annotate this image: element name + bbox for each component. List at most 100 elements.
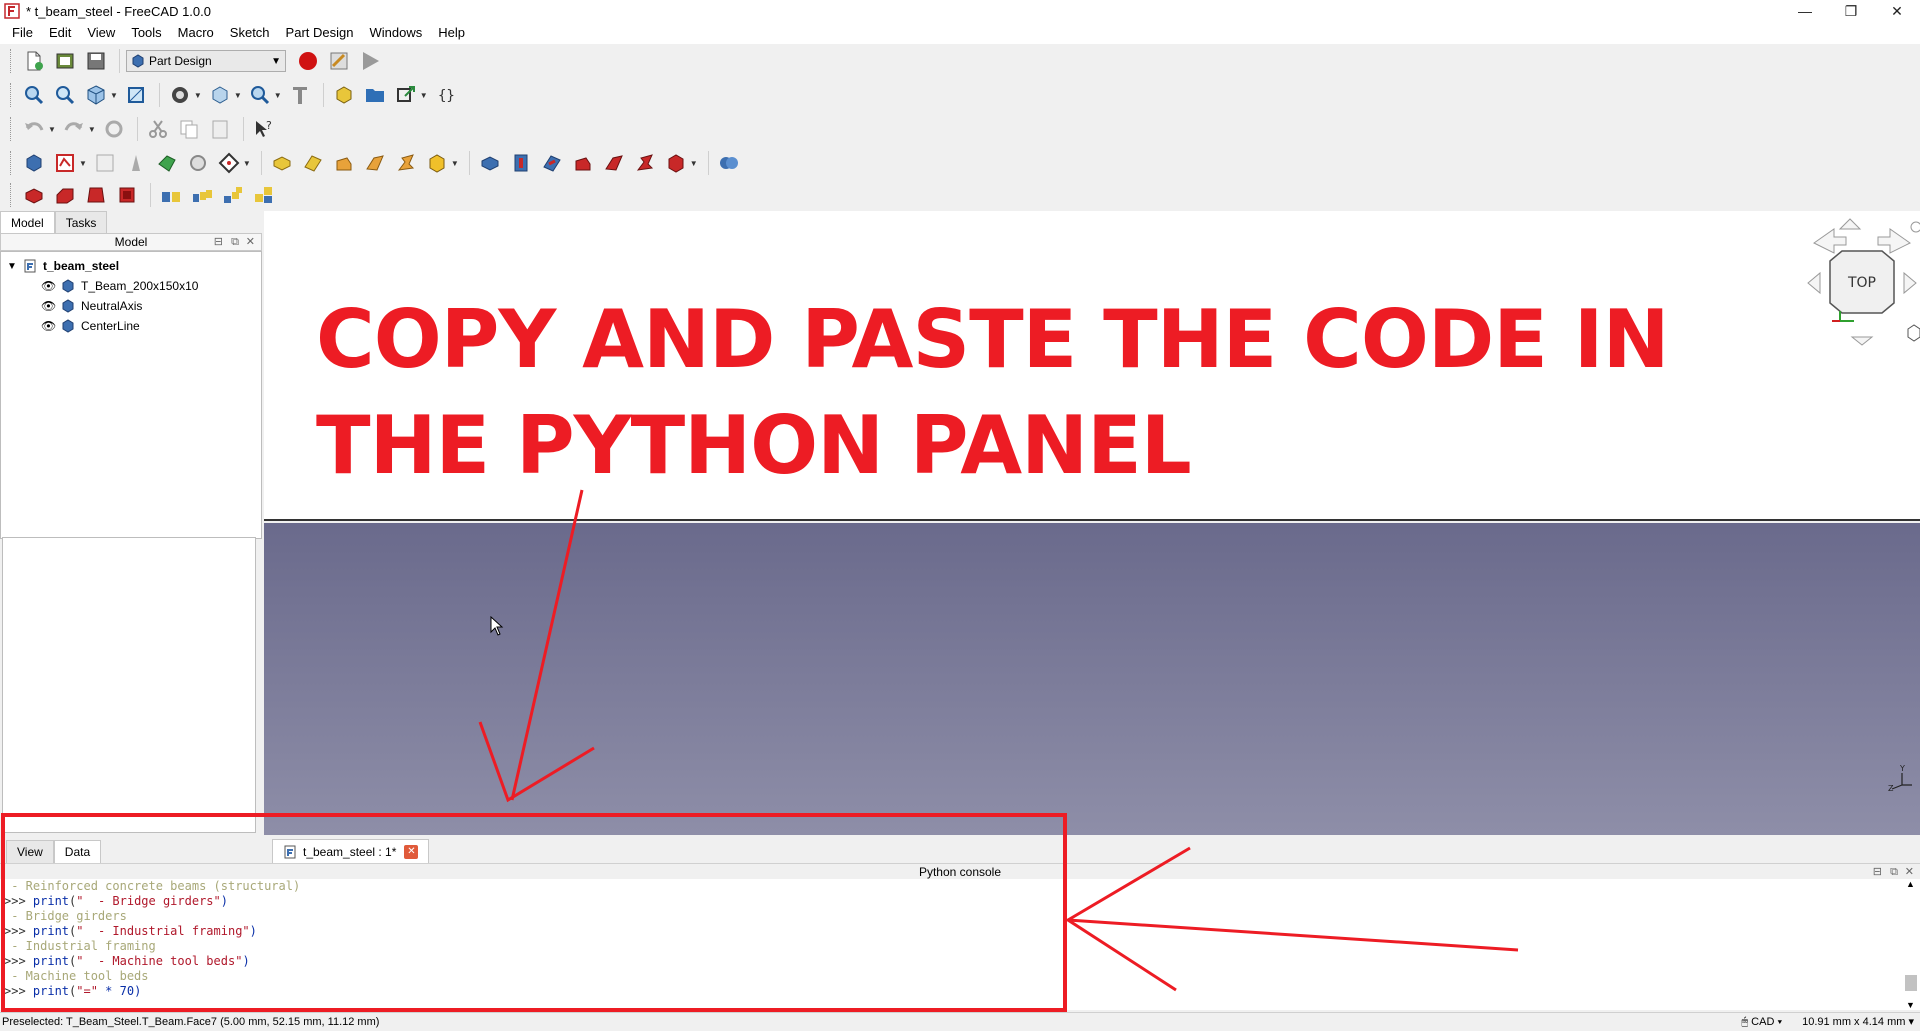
console-scrollbar[interactable]: ▲ ▼ bbox=[1904, 879, 1918, 1010]
tab-tasks[interactable]: Tasks bbox=[54, 211, 108, 233]
pad-button[interactable] bbox=[268, 149, 296, 177]
python-console[interactable]: - Reinforced concrete beams (structural)… bbox=[0, 879, 1920, 1010]
eye-icon[interactable]: 👁 bbox=[41, 299, 57, 313]
subtractive-helix-button[interactable] bbox=[631, 149, 659, 177]
additive-loft-button[interactable] bbox=[330, 149, 358, 177]
std-views-button[interactable] bbox=[206, 81, 234, 109]
macro-record-button[interactable] bbox=[294, 47, 322, 75]
isometric-view-button[interactable] bbox=[82, 81, 110, 109]
dropdown-arrow-icon[interactable]: ▼ bbox=[110, 91, 118, 100]
toolbar-grip[interactable] bbox=[10, 151, 14, 175]
bounding-box-button[interactable] bbox=[122, 81, 150, 109]
chamfer-button[interactable] bbox=[51, 181, 79, 209]
macro-run-button[interactable] bbox=[356, 47, 384, 75]
fit-all-button[interactable] bbox=[20, 81, 48, 109]
macro-edit-button[interactable] bbox=[325, 47, 353, 75]
toolbar-grip[interactable] bbox=[10, 183, 14, 207]
open-document-button[interactable] bbox=[51, 47, 79, 75]
left-arrow-icon[interactable] bbox=[1807, 271, 1821, 295]
workbench-selector[interactable]: Part Design ▼ bbox=[126, 50, 286, 72]
refresh-button[interactable] bbox=[100, 115, 128, 143]
3d-viewport[interactable]: COPY AND PASTE THE CODE IN THE PYTHON PA… bbox=[264, 211, 1920, 835]
create-sketch-button[interactable] bbox=[51, 149, 79, 177]
create-part-button[interactable] bbox=[330, 81, 358, 109]
dropdown-arrow-icon[interactable]: ▼ bbox=[420, 91, 428, 100]
subtractive-loft-button[interactable] bbox=[569, 149, 597, 177]
rotate-right-arrow-icon[interactable] bbox=[1877, 228, 1911, 254]
hole-button[interactable] bbox=[507, 149, 535, 177]
menu-edit[interactable]: Edit bbox=[41, 22, 79, 44]
additive-pipe-button[interactable] bbox=[361, 149, 389, 177]
menu-windows[interactable]: Windows bbox=[361, 22, 430, 44]
restore-button[interactable]: ❐ bbox=[1828, 0, 1874, 22]
chevron-down-icon[interactable]: ▼ bbox=[5, 261, 19, 272]
revolution-button[interactable] bbox=[299, 149, 327, 177]
undock-panel-icon[interactable]: ⧉ bbox=[231, 234, 239, 250]
toolbar-grip[interactable] bbox=[10, 49, 14, 73]
whats-this-button[interactable]: ? bbox=[250, 115, 278, 143]
fillet-button[interactable] bbox=[20, 181, 48, 209]
tree-item-neutral-axis[interactable]: 👁 NeutralAxis bbox=[1, 296, 261, 316]
dropdown-arrow-icon[interactable]: ▼ bbox=[451, 159, 459, 168]
tree-item-document[interactable]: ▼ t_beam_steel bbox=[1, 256, 261, 276]
shape-binder-button[interactable] bbox=[153, 149, 181, 177]
tab-data[interactable]: Data bbox=[53, 840, 102, 863]
tree-item-center-line[interactable]: 👁 CenterLine bbox=[1, 316, 261, 336]
sub-shape-binder-button[interactable] bbox=[184, 149, 212, 177]
dropdown-arrow-icon[interactable]: ▼ bbox=[243, 159, 251, 168]
close-panel-icon[interactable]: ✕ bbox=[1905, 864, 1914, 880]
toolbar-grip[interactable] bbox=[10, 83, 14, 107]
draft-button[interactable] bbox=[82, 181, 110, 209]
menu-macro[interactable]: Macro bbox=[170, 22, 222, 44]
create-body-button[interactable] bbox=[20, 149, 48, 177]
save-document-button[interactable] bbox=[82, 47, 110, 75]
undock-panel-icon[interactable]: ⧉ bbox=[1890, 864, 1898, 880]
undo-button[interactable] bbox=[20, 115, 48, 143]
subtractive-primitive-button[interactable] bbox=[662, 149, 690, 177]
property-view[interactable] bbox=[2, 537, 256, 833]
document-tab[interactable]: t_beam_steel : 1* ✕ bbox=[272, 839, 430, 863]
dropdown-arrow-icon[interactable]: ▼ bbox=[690, 159, 698, 168]
groove-button[interactable] bbox=[538, 149, 566, 177]
close-tab-icon[interactable]: ✕ bbox=[404, 844, 419, 859]
linear-pattern-button[interactable] bbox=[188, 181, 216, 209]
subtractive-pipe-button[interactable] bbox=[600, 149, 628, 177]
scroll-up-icon[interactable]: ▲ bbox=[1906, 879, 1915, 889]
menu-file[interactable]: File bbox=[4, 22, 41, 44]
menu-tools[interactable]: Tools bbox=[123, 22, 169, 44]
dropdown-arrow-icon[interactable]: ▼ bbox=[274, 91, 282, 100]
eye-icon[interactable]: 👁 bbox=[41, 319, 57, 333]
measure-button[interactable] bbox=[246, 81, 274, 109]
redo-button[interactable] bbox=[60, 115, 88, 143]
polar-pattern-button[interactable] bbox=[219, 181, 247, 209]
cut-button[interactable] bbox=[144, 115, 172, 143]
clone-button[interactable] bbox=[122, 149, 150, 177]
dropdown-arrow-icon[interactable]: ▼ bbox=[234, 91, 242, 100]
link-button[interactable] bbox=[392, 81, 420, 109]
view-menu-icon[interactable] bbox=[1910, 221, 1920, 233]
boolean-button[interactable] bbox=[715, 149, 743, 177]
navigation-style-selector[interactable]: 🖱 CAD ▾ bbox=[1742, 1013, 1783, 1031]
rotate-left-arrow-icon[interactable] bbox=[1813, 228, 1847, 254]
float-panel-icon[interactable]: ⊟ bbox=[1873, 864, 1882, 880]
close-button[interactable]: ✕ bbox=[1874, 0, 1920, 22]
datum-plane-button[interactable] bbox=[215, 149, 243, 177]
scroll-down-icon[interactable]: ▼ bbox=[1906, 1000, 1915, 1010]
close-panel-icon[interactable]: ✕ bbox=[246, 234, 255, 250]
tab-view[interactable]: View bbox=[6, 840, 54, 863]
menu-view[interactable]: View bbox=[79, 22, 123, 44]
fit-selection-button[interactable] bbox=[51, 81, 79, 109]
additive-primitive-button[interactable] bbox=[423, 149, 451, 177]
tab-model[interactable]: Model bbox=[0, 211, 55, 233]
paste-button[interactable] bbox=[206, 115, 234, 143]
eye-icon[interactable]: 👁 bbox=[41, 279, 57, 293]
float-panel-icon[interactable]: ⊟ bbox=[214, 234, 223, 250]
additive-helix-button[interactable] bbox=[392, 149, 420, 177]
dimension-readout[interactable]: 10.91 mm x 4.14 mm ▾ bbox=[1802, 1013, 1914, 1031]
dropdown-arrow-icon[interactable]: ▼ bbox=[194, 91, 202, 100]
up-arrow-icon[interactable] bbox=[1838, 218, 1862, 230]
minimize-button[interactable]: — bbox=[1782, 0, 1828, 22]
variable-set-button[interactable]: {} bbox=[432, 81, 460, 109]
menu-sketch[interactable]: Sketch bbox=[222, 22, 278, 44]
small-cube-icon[interactable] bbox=[1907, 324, 1920, 342]
